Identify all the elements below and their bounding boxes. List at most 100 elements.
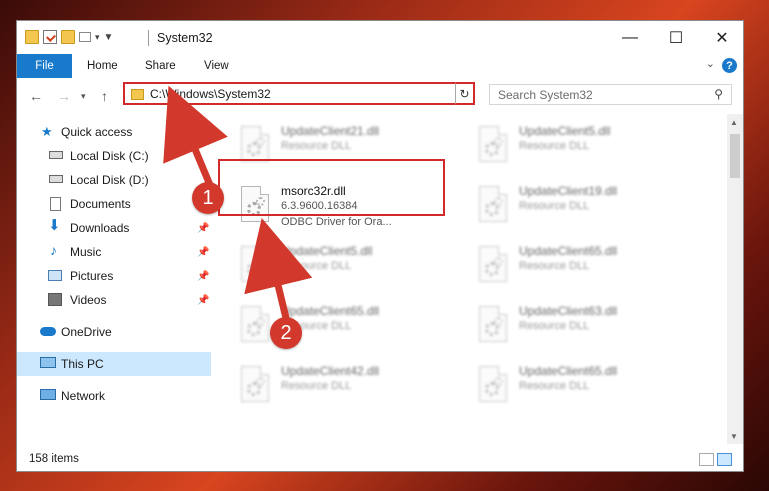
file-item[interactable]: UpdateClient5.dll Resource DLL (471, 122, 691, 174)
file-item[interactable]: UpdateClient65.dll Resource DLL (233, 302, 453, 354)
file-item[interactable]: UpdateClient65.dll Resource DLL (471, 242, 691, 294)
chevron-down-icon[interactable]: ▾ (95, 32, 100, 43)
file-name: UpdateClient63.dll (519, 304, 618, 318)
nav-label: Local Disk (D:) (70, 173, 149, 187)
dll-file-icon (241, 366, 269, 402)
dll-file-icon (241, 126, 269, 162)
details-view-icon[interactable] (699, 453, 714, 466)
file-description: ODBC Driver for Ora... (281, 216, 392, 228)
scroll-up-icon[interactable]: ▲ (730, 118, 738, 127)
file-name: UpdateClient5.dll (281, 244, 373, 258)
window-title: System32 (157, 31, 213, 45)
dll-file-icon (479, 366, 507, 402)
minimize-button[interactable]: — (607, 21, 653, 54)
nav-item-documents[interactable]: Documents (17, 192, 211, 216)
status-bar: 158 items (17, 444, 743, 471)
file-item[interactable]: UpdateClient19.dll Resource DLL (471, 182, 691, 234)
drive-icon (49, 175, 63, 183)
dll-file-icon (479, 306, 507, 342)
nav-label: Pictures (70, 269, 114, 283)
music-note-icon: ♪ (50, 242, 57, 258)
file-item[interactable]: UpdateClient63.dll Resource DLL (471, 302, 691, 354)
highlight-box (218, 159, 445, 216)
dll-file-icon (479, 186, 507, 222)
download-arrow-icon: ⬇ (48, 217, 61, 234)
folder-icon (131, 89, 144, 100)
pin-icon[interactable]: 📌 (197, 247, 209, 258)
nav-label: Local Disk (C:) (70, 149, 149, 163)
dll-file-icon (241, 246, 269, 282)
dll-file-icon (479, 126, 507, 162)
drive-icon (49, 151, 63, 159)
file-name: UpdateClient65.dll (281, 304, 380, 318)
nav-label: Network (61, 389, 106, 403)
pin-icon[interactable]: 📌 (197, 295, 209, 306)
file-type: Resource DLL (281, 140, 352, 152)
file-name: UpdateClient21.dll (281, 124, 380, 138)
up-icon[interactable]: ↑ (101, 88, 108, 104)
title-bar: ▾ ▼ System32 — ☐ ✕ (17, 21, 743, 54)
file-name: UpdateClient5.dll (519, 124, 611, 138)
close-button[interactable]: ✕ (699, 21, 743, 54)
back-icon[interactable]: ← (29, 88, 43, 104)
maximize-button[interactable]: ☐ (653, 21, 699, 54)
pictures-icon (48, 270, 62, 281)
file-type: Resource DLL (281, 380, 352, 392)
item-count: 158 items (29, 453, 79, 465)
properties-icon[interactable] (43, 30, 57, 44)
expand-ribbon-icon[interactable]: ⌄ (706, 57, 715, 70)
ribbon: File Home Share View ⌄ ? (17, 54, 743, 79)
recent-locations-icon[interactable]: ▾ (81, 91, 86, 102)
nav-item-quick-access[interactable]: ★ Quick access (17, 120, 211, 144)
file-item[interactable]: UpdateClient65.dll Resource DLL (471, 362, 691, 414)
nav-label: Downloads (70, 221, 130, 235)
refresh-button[interactable]: ↻ (455, 82, 475, 105)
quick-access-toolbar: ▾ ▼ (25, 30, 113, 44)
dll-file-icon (241, 306, 269, 342)
file-name: UpdateClient65.dll (519, 364, 618, 378)
navigation-pane: ★ Quick access Local Disk (C:) Local Dis… (17, 114, 211, 444)
nav-item-local-disk-c[interactable]: Local Disk (C:) (17, 144, 211, 168)
search-icon: ⚲ (714, 87, 723, 101)
scroll-thumb[interactable] (730, 134, 740, 178)
documents-icon (50, 197, 61, 211)
new-folder-icon[interactable] (61, 30, 75, 44)
nav-item-videos[interactable]: Videos 📌 (17, 288, 211, 312)
help-icon[interactable]: ? (722, 58, 737, 73)
nav-label: OneDrive (61, 325, 112, 339)
scroll-down-icon[interactable]: ▼ (730, 432, 738, 441)
pin-icon[interactable]: 📌 (197, 223, 209, 234)
tab-view[interactable]: View (204, 54, 229, 78)
videos-icon (48, 293, 62, 306)
vertical-scrollbar[interactable]: ▲ ▼ (727, 114, 743, 444)
nav-item-network[interactable]: Network (17, 384, 211, 408)
nav-item-pictures[interactable]: Pictures 📌 (17, 264, 211, 288)
file-item[interactable]: UpdateClient42.dll Resource DLL (233, 362, 453, 414)
nav-item-downloads[interactable]: ⬇ Downloads 📌 (17, 216, 211, 240)
network-icon (40, 389, 56, 400)
folder-icon[interactable] (25, 30, 39, 44)
tab-file[interactable]: File (17, 54, 72, 78)
customize-toolbar-icon[interactable] (79, 32, 91, 42)
address-bar[interactable]: C:\Windows\System32 ⌄ (123, 82, 474, 105)
tab-home[interactable]: Home (87, 54, 118, 78)
large-icons-view-icon[interactable] (717, 453, 732, 466)
pin-icon[interactable]: 📌 (197, 271, 209, 282)
nav-item-local-disk-d[interactable]: Local Disk (D:) (17, 168, 211, 192)
nav-item-onedrive[interactable]: OneDrive (17, 320, 211, 344)
cloud-icon (40, 327, 56, 336)
file-name: UpdateClient42.dll (281, 364, 380, 378)
dll-file-icon (479, 246, 507, 282)
file-type: Resource DLL (281, 260, 352, 272)
nav-item-music[interactable]: ♪ Music 📌 (17, 240, 211, 264)
file-type: Resource DLL (519, 200, 590, 212)
search-input[interactable]: Search System32 ⚲ (489, 84, 732, 105)
forward-icon[interactable]: → (57, 88, 71, 104)
file-name: UpdateClient19.dll (519, 184, 618, 198)
nav-label: Documents (70, 197, 131, 211)
nav-item-this-pc[interactable]: This PC (17, 352, 211, 376)
file-item[interactable]: UpdateClient5.dll Resource DLL (233, 242, 453, 294)
file-name: UpdateClient65.dll (519, 244, 618, 258)
toolbar-dropdown-icon[interactable]: ▼ (104, 32, 114, 43)
tab-share[interactable]: Share (145, 54, 176, 78)
